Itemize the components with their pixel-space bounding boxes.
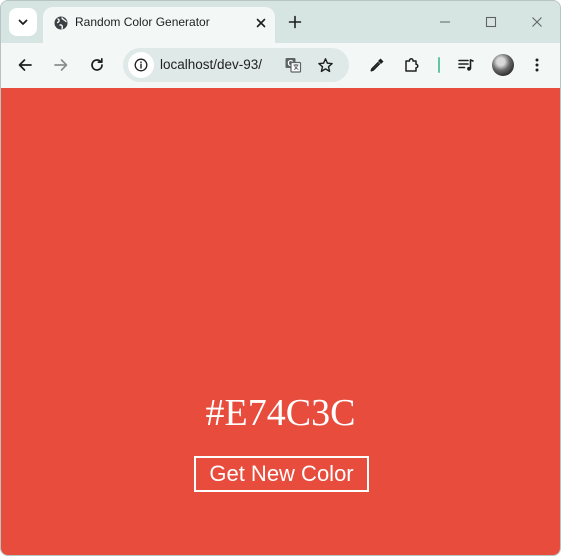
globe-icon: [54, 16, 68, 30]
menu-button[interactable]: [523, 51, 551, 79]
reload-icon: [91, 57, 103, 71]
puzzle-icon: [405, 58, 419, 72]
avatar[interactable]: [492, 54, 514, 76]
minimize-icon: [440, 21, 450, 23]
maximize-icon: [485, 16, 497, 28]
toolbar-separator: [438, 57, 440, 73]
maximize-button[interactable]: [477, 9, 505, 35]
browser-toolbar: localhost/dev-93/ G: [1, 43, 560, 88]
arrow-left-icon: [18, 59, 32, 71]
reload-button[interactable]: [83, 51, 111, 79]
chevron-down-icon: [18, 19, 28, 25]
color-code-text: #E74C3C: [205, 392, 356, 434]
close-window-button[interactable]: [523, 9, 551, 35]
tab-title: Random Color Generator: [75, 15, 210, 29]
tab-strip: Random Color Generator: [1, 1, 560, 43]
get-new-color-button[interactable]: Get New Color: [194, 456, 369, 492]
media-control-button[interactable]: [452, 51, 480, 79]
tab-search-button[interactable]: [9, 8, 37, 36]
translate-button[interactable]: G: [283, 55, 303, 75]
site-info-button[interactable]: [128, 52, 154, 78]
close-icon: [532, 17, 542, 27]
media-queue-icon: [458, 59, 474, 71]
star-icon: [317, 57, 333, 72]
translate-icon: G: [285, 58, 302, 73]
browser-window: Random Color Generator localhost/dev-93/…: [0, 0, 561, 556]
eyedropper-icon: [370, 58, 384, 72]
more-vertical-icon: [535, 58, 539, 72]
new-tab-button[interactable]: [284, 11, 306, 33]
minimize-button[interactable]: [431, 9, 459, 35]
forward-button[interactable]: [47, 51, 75, 79]
bookmark-button[interactable]: [315, 55, 335, 75]
color-display-area: #E74C3C Get New Color: [1, 88, 560, 555]
close-icon: [256, 18, 266, 28]
url-text[interactable]: localhost/dev-93/: [160, 57, 262, 72]
active-tab[interactable]: Random Color Generator: [43, 7, 275, 43]
address-bar[interactable]: localhost/dev-93/ G: [123, 48, 349, 82]
plus-icon: [288, 15, 302, 29]
tab-close-button[interactable]: [251, 13, 271, 33]
arrow-right-icon: [54, 59, 68, 71]
extensions-button[interactable]: [398, 51, 426, 79]
back-button[interactable]: [11, 51, 39, 79]
info-icon: [134, 58, 148, 72]
eyedropper-button[interactable]: [363, 51, 391, 79]
